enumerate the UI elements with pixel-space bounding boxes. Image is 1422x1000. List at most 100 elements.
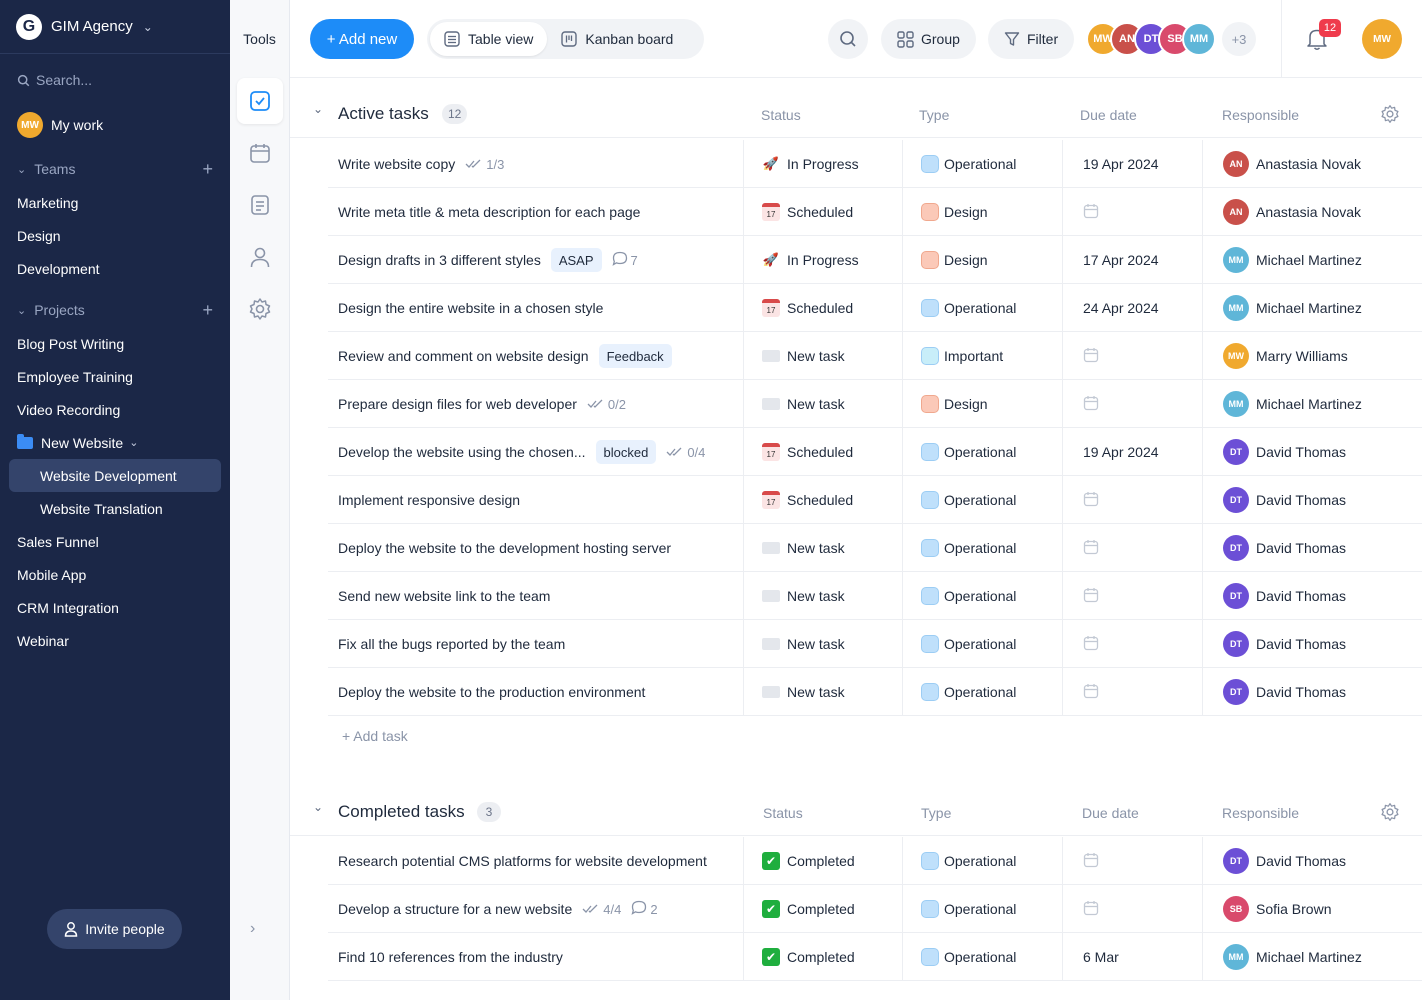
- responsible-cell[interactable]: MM Michael Martinez: [1202, 236, 1422, 284]
- task-name[interactable]: Design drafts in 3 different styles: [338, 252, 541, 268]
- due-date-cell[interactable]: 19 Apr 2024: [1062, 428, 1202, 476]
- table-row[interactable]: Develop the website using the chosen... b…: [328, 428, 1422, 476]
- responsible-cell[interactable]: MW Marry Williams: [1202, 332, 1422, 380]
- table-row[interactable]: Deploy the website to the production env…: [328, 668, 1422, 716]
- task-name-cell[interactable]: Design drafts in 3 different styles ASAP 7: [338, 236, 742, 284]
- tool-notes[interactable]: [237, 182, 283, 228]
- type-cell[interactable]: Operational: [902, 668, 1062, 716]
- add-task-button[interactable]: + Add task: [342, 728, 408, 744]
- column-header-type[interactable]: Type: [919, 107, 949, 123]
- table-row[interactable]: Deploy the website to the development ho…: [328, 524, 1422, 572]
- status-cell[interactable]: 17 Scheduled: [743, 476, 902, 524]
- workspace-switcher[interactable]: G GIM Agency ⌄: [0, 0, 230, 54]
- status-cell[interactable]: 17 Scheduled: [743, 284, 902, 332]
- due-date-cell[interactable]: [1062, 524, 1202, 572]
- column-header-status[interactable]: Status: [763, 805, 803, 821]
- sidebar-item-development[interactable]: Development: [0, 252, 230, 285]
- task-name-cell[interactable]: Research potential CMS platforms for web…: [338, 837, 742, 885]
- group-button[interactable]: Group: [881, 19, 976, 59]
- task-name[interactable]: Implement responsive design: [338, 492, 520, 508]
- team-members[interactable]: MW AN DT SB MM +3: [1086, 19, 1256, 59]
- task-name[interactable]: Develop a structure for a new website: [338, 901, 572, 917]
- type-cell[interactable]: Operational: [902, 476, 1062, 524]
- task-name-cell[interactable]: Find 10 references from the industry: [338, 933, 742, 981]
- status-cell[interactable]: ✔ Completed: [743, 933, 902, 981]
- due-date-cell[interactable]: [1062, 188, 1202, 236]
- task-name-cell[interactable]: Deploy the website to the development ho…: [338, 524, 742, 572]
- due-date-cell[interactable]: [1062, 476, 1202, 524]
- sidebar-item-video-recording[interactable]: Video Recording: [0, 393, 230, 426]
- status-cell[interactable]: New task: [743, 572, 902, 620]
- task-name[interactable]: Prepare design files for web developer: [338, 396, 577, 412]
- comments-count[interactable]: 2: [631, 900, 658, 918]
- task-name[interactable]: Research potential CMS platforms for web…: [338, 853, 707, 869]
- search-button[interactable]: [828, 19, 868, 59]
- type-cell[interactable]: Design: [902, 188, 1062, 236]
- task-name[interactable]: Fix all the bugs reported by the team: [338, 636, 565, 652]
- due-date-cell[interactable]: [1062, 668, 1202, 716]
- add-project-icon[interactable]: +: [202, 300, 213, 321]
- responsible-cell[interactable]: DT David Thomas: [1202, 428, 1422, 476]
- task-name-cell[interactable]: Write meta title & meta description for …: [338, 188, 742, 236]
- status-cell[interactable]: 🚀 In Progress: [743, 236, 902, 284]
- task-name-cell[interactable]: Implement responsive design: [338, 476, 742, 524]
- type-cell[interactable]: Operational: [902, 933, 1062, 981]
- responsible-cell[interactable]: DT David Thomas: [1202, 620, 1422, 668]
- sidebar-item-mobile-app[interactable]: Mobile App: [0, 558, 230, 591]
- task-tag[interactable]: ASAP: [550, 248, 602, 272]
- chevron-down-icon[interactable]: ⌄: [313, 800, 323, 814]
- tool-tasks[interactable]: [236, 78, 283, 124]
- add-new-button[interactable]: + Add new: [310, 19, 414, 59]
- column-header-due-date[interactable]: Due date: [1082, 805, 1139, 821]
- task-tag[interactable]: blocked: [595, 440, 657, 464]
- table-row[interactable]: Write meta title & meta description for …: [328, 188, 1422, 236]
- task-name[interactable]: Deploy the website to the development ho…: [338, 540, 671, 556]
- teams-section-header[interactable]: ⌄ Teams +: [0, 152, 230, 186]
- task-name-cell[interactable]: Develop a structure for a new website 4/4…: [338, 885, 742, 933]
- type-cell[interactable]: Operational: [902, 428, 1062, 476]
- status-cell[interactable]: New task: [743, 380, 902, 428]
- table-row[interactable]: Prepare design files for web developer 0/…: [328, 380, 1422, 428]
- sidebar-item-webinar[interactable]: Webinar: [0, 624, 230, 657]
- due-date-cell[interactable]: 19 Apr 2024: [1062, 140, 1202, 188]
- sidebar-item-website-translation[interactable]: Website Translation: [9, 492, 221, 525]
- due-date-cell[interactable]: 6 Mar: [1062, 933, 1202, 981]
- task-name-cell[interactable]: Develop the website using the chosen... b…: [338, 428, 742, 476]
- tool-settings[interactable]: [237, 286, 283, 332]
- gear-icon[interactable]: [1380, 104, 1400, 124]
- task-name[interactable]: Deploy the website to the production env…: [338, 684, 645, 700]
- tool-calendar[interactable]: [237, 130, 283, 176]
- chevron-down-icon[interactable]: ⌄: [313, 102, 323, 116]
- responsible-cell[interactable]: MM Michael Martinez: [1202, 380, 1422, 428]
- table-row[interactable]: Develop a structure for a new website 4/4…: [328, 885, 1422, 933]
- status-cell[interactable]: 🚀 In Progress: [743, 140, 902, 188]
- more-members-count[interactable]: +3: [1222, 22, 1256, 56]
- type-cell[interactable]: Operational: [902, 837, 1062, 885]
- responsible-cell[interactable]: DT David Thomas: [1202, 572, 1422, 620]
- task-name-cell[interactable]: Write website copy 1/3: [338, 140, 742, 188]
- type-cell[interactable]: Operational: [902, 524, 1062, 572]
- table-row[interactable]: Send new website link to the team New tas…: [328, 572, 1422, 620]
- task-name-cell[interactable]: Send new website link to the team: [338, 572, 742, 620]
- column-header-type[interactable]: Type: [921, 805, 951, 821]
- status-cell[interactable]: New task: [743, 620, 902, 668]
- add-team-icon[interactable]: +: [202, 159, 213, 180]
- avatar[interactable]: MW: [1362, 19, 1402, 59]
- column-header-responsible[interactable]: Responsible: [1222, 107, 1299, 123]
- sidebar-item-crm-integration[interactable]: CRM Integration: [0, 591, 230, 624]
- table-row[interactable]: Fix all the bugs reported by the team New…: [328, 620, 1422, 668]
- comments-count[interactable]: 7: [612, 251, 638, 269]
- task-name-cell[interactable]: Design the entire website in a chosen st…: [338, 284, 742, 332]
- type-cell[interactable]: Design: [902, 236, 1062, 284]
- sidebar-item-design[interactable]: Design: [0, 219, 230, 252]
- gear-icon[interactable]: [1380, 802, 1400, 822]
- sidebar-item-sales-funnel[interactable]: Sales Funnel: [0, 525, 230, 558]
- status-cell[interactable]: ✔ Completed: [743, 837, 902, 885]
- due-date-cell[interactable]: [1062, 380, 1202, 428]
- task-name[interactable]: Develop the website using the chosen...: [338, 444, 586, 460]
- responsible-cell[interactable]: AN Anastasia Novak: [1202, 188, 1422, 236]
- task-name[interactable]: Write meta title & meta description for …: [338, 204, 640, 220]
- sidebar-item-employee-training[interactable]: Employee Training: [0, 360, 230, 393]
- column-header-due-date[interactable]: Due date: [1080, 107, 1137, 123]
- responsible-cell[interactable]: MM Michael Martinez: [1202, 284, 1422, 332]
